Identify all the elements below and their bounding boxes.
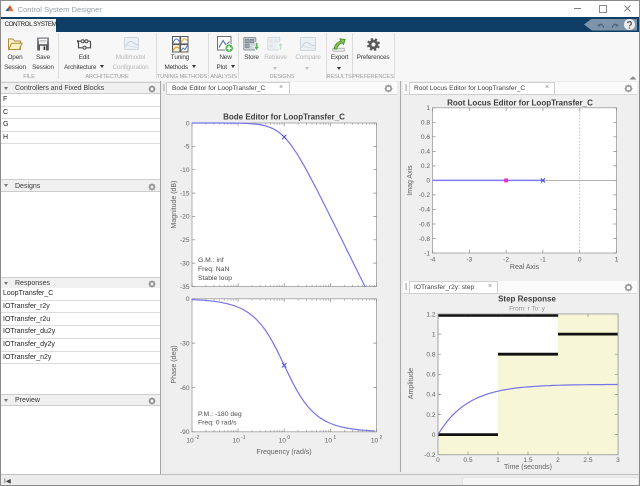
svg-text:Time (seconds): Time (seconds) xyxy=(504,464,552,471)
svg-text:10: 10 xyxy=(325,437,333,444)
svg-text:Freq: 0 rad/s: Freq: 0 rad/s xyxy=(198,419,237,426)
svg-text:-1: -1 xyxy=(540,256,546,263)
svg-text:-25: -25 xyxy=(180,237,190,244)
svg-text:0.6: 0.6 xyxy=(426,371,435,378)
svg-text:-0.4: -0.4 xyxy=(419,206,431,213)
svg-text:Bode Editor for LoopTransfer_C: Bode Editor for LoopTransfer_C xyxy=(223,112,345,121)
svg-text:0.6: 0.6 xyxy=(421,134,430,141)
svg-text:1: 1 xyxy=(426,105,430,112)
svg-text:0: 0 xyxy=(287,435,290,441)
svg-text:0.8: 0.8 xyxy=(426,351,435,358)
svg-text:-90: -90 xyxy=(180,429,190,436)
svg-text:Step Response: Step Response xyxy=(498,294,556,303)
svg-text:G.M.: inf: G.M.: inf xyxy=(198,257,224,264)
svg-text:2.5: 2.5 xyxy=(583,457,592,464)
svg-text:0.4: 0.4 xyxy=(426,391,435,398)
svg-text:-20: -20 xyxy=(180,213,190,220)
svg-text:0: 0 xyxy=(578,256,582,263)
svg-text:0: 0 xyxy=(426,177,430,184)
svg-text:Freq: NaN: Freq: NaN xyxy=(198,266,229,273)
svg-text:-5: -5 xyxy=(184,143,190,150)
svg-text:-0.8: -0.8 xyxy=(419,235,431,242)
svg-text:-2: -2 xyxy=(503,256,509,263)
svg-text:3: 3 xyxy=(616,457,620,464)
svg-text:0.4: 0.4 xyxy=(421,148,430,155)
svg-text:0.5: 0.5 xyxy=(463,457,472,464)
svg-text:-30: -30 xyxy=(180,260,190,267)
svg-text:0.2: 0.2 xyxy=(426,411,435,418)
svg-text:1: 1 xyxy=(333,435,336,441)
svg-text:1: 1 xyxy=(496,457,500,464)
svg-text:1.2: 1.2 xyxy=(426,311,435,318)
svg-text:Frequency (rad/s): Frequency (rad/s) xyxy=(256,449,311,456)
svg-text:P.M.: -180 deg: P.M.: -180 deg xyxy=(198,410,242,417)
svg-text:From: r To: y: From: r To: y xyxy=(509,305,546,312)
svg-text:-0.2: -0.2 xyxy=(424,452,436,459)
svg-text:10: 10 xyxy=(186,437,194,444)
svg-text:Amplitude: Amplitude xyxy=(408,367,415,398)
svg-text:2: 2 xyxy=(556,457,560,464)
svg-text:Real Axis: Real Axis xyxy=(510,264,540,271)
svg-text:-30: -30 xyxy=(180,340,190,347)
svg-text:-2: -2 xyxy=(195,435,200,441)
svg-text:10: 10 xyxy=(232,437,240,444)
svg-text:10: 10 xyxy=(279,437,287,444)
svg-text:-0.6: -0.6 xyxy=(419,221,431,228)
svg-text:Imag Axis: Imag Axis xyxy=(407,164,414,195)
svg-text:0: 0 xyxy=(186,120,190,127)
svg-text:10: 10 xyxy=(371,437,379,444)
svg-text:Root Locus Editor for LoopTran: Root Locus Editor for LoopTransfer_C xyxy=(447,98,593,107)
svg-text:Stable loop: Stable loop xyxy=(198,275,232,282)
svg-text:0: 0 xyxy=(186,296,190,303)
svg-text:-35: -35 xyxy=(180,283,190,290)
svg-text:-15: -15 xyxy=(180,190,190,197)
svg-text:0.8: 0.8 xyxy=(421,119,430,126)
svg-text:-10: -10 xyxy=(180,167,190,174)
svg-text:0: 0 xyxy=(436,457,440,464)
svg-text:Phase (deg): Phase (deg) xyxy=(171,345,178,383)
svg-text:1: 1 xyxy=(615,256,619,263)
svg-text:-3: -3 xyxy=(466,256,472,263)
svg-text:2: 2 xyxy=(380,435,383,441)
svg-text:-60: -60 xyxy=(180,384,190,391)
svg-text:0.2: 0.2 xyxy=(421,163,430,170)
svg-text:-1: -1 xyxy=(424,250,430,257)
svg-text:Magnitude (dB): Magnitude (dB) xyxy=(171,180,178,228)
svg-text:-1: -1 xyxy=(241,435,246,441)
svg-text:-0.2: -0.2 xyxy=(419,192,431,199)
svg-text:-4: -4 xyxy=(430,256,436,263)
svg-text:0: 0 xyxy=(432,431,436,438)
svg-text:1: 1 xyxy=(432,331,436,338)
